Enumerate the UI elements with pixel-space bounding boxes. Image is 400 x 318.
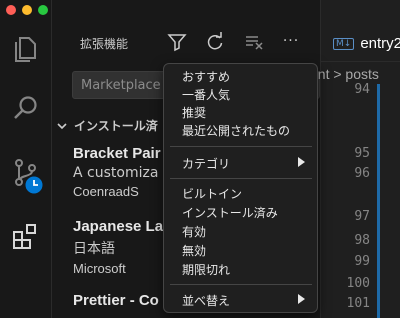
line-number: 94 — [354, 82, 370, 97]
markdown-icon: M↓ — [333, 37, 355, 50]
explorer-icon[interactable] — [10, 32, 42, 64]
menu-item-outdated[interactable]: 期限切れ — [182, 261, 230, 278]
extensions-icon[interactable] — [10, 220, 42, 252]
line-number: 98 — [354, 233, 370, 248]
line-number: 95 — [354, 146, 370, 161]
minimize-window-button[interactable] — [22, 5, 32, 15]
menu-item-disabled[interactable]: 無効 — [182, 242, 206, 259]
menu-separator — [170, 178, 312, 179]
installed-section-header[interactable]: インストール済 — [56, 117, 158, 134]
close-window-button[interactable] — [6, 5, 16, 15]
clock-badge-icon — [23, 174, 45, 196]
line-number: 100 — [346, 276, 370, 291]
menu-item-installed[interactable]: インストール済み — [182, 204, 278, 221]
tab-label: entry2 — [360, 35, 400, 52]
menu-item-category[interactable]: カテゴリ — [182, 155, 230, 172]
line-number: 96 — [354, 166, 370, 181]
clear-icon[interactable] — [243, 31, 265, 53]
activity-bar — [0, 0, 52, 318]
zoom-window-button[interactable] — [38, 5, 48, 15]
refresh-icon[interactable] — [204, 31, 226, 53]
menu-item-featured[interactable]: おすすめ — [182, 68, 230, 85]
line-number: 101 — [346, 296, 370, 311]
sidebar-title: 拡張機能 — [80, 37, 129, 51]
scroll-indicator — [377, 84, 380, 318]
menu-item-builtin[interactable]: ビルトイン — [182, 185, 242, 202]
menu-item-popular[interactable]: 一番人気 — [182, 86, 230, 103]
menu-item-recommended[interactable]: 推奨 — [182, 104, 206, 121]
filter-menu: おすすめ 一番人気 推奨 最近公開されたもの カテゴリ ビルトイン インストール… — [163, 63, 318, 313]
filter-icon[interactable] — [166, 31, 188, 53]
menu-item-sort[interactable]: 並べ替え — [182, 292, 230, 309]
search-icon[interactable] — [10, 92, 42, 124]
menu-separator — [170, 284, 312, 285]
chevron-down-icon — [57, 122, 67, 129]
menu-item-recently-published[interactable]: 最近公開されたもの — [182, 122, 290, 139]
submenu-arrow-icon — [298, 157, 305, 167]
editor-tab[interactable]: M↓ entry2 — [321, 26, 400, 62]
breadcrumb[interactable]: ent > posts — [310, 66, 379, 82]
submenu-arrow-icon — [298, 294, 305, 304]
more-actions-button[interactable]: ··· — [280, 33, 302, 55]
line-number: 99 — [354, 254, 370, 269]
window-controls — [6, 5, 48, 15]
menu-item-enabled[interactable]: 有効 — [182, 223, 206, 240]
line-number: 97 — [354, 209, 370, 224]
menu-separator — [170, 146, 312, 147]
section-title: インストール済 — [74, 119, 158, 133]
